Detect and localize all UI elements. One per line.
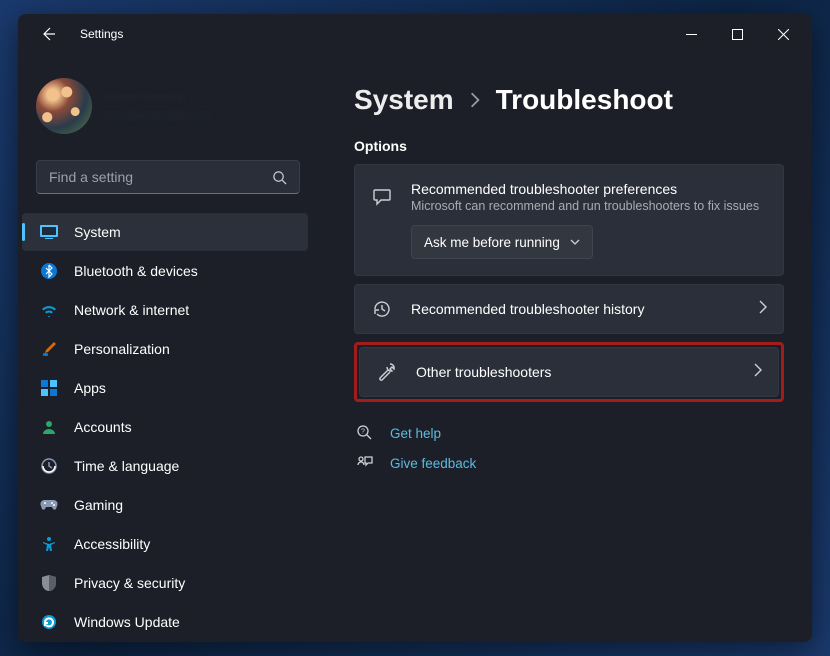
troubleshooter-history-card[interactable]: Recommended troubleshooter history [354,284,784,334]
give-feedback-link[interactable]: Give feedback [354,454,784,472]
system-icon [40,223,58,241]
chat-icon [371,187,393,207]
sidebar-item-accessibility[interactable]: Accessibility [22,525,308,563]
nav-list: System Bluetooth & devices Network & int… [18,208,318,632]
chevron-down-icon [570,238,580,246]
help-links: ? Get help Give feedback [354,424,784,472]
sidebar-item-label: Privacy & security [74,575,185,591]
sidebar-item-bluetooth[interactable]: Bluetooth & devices [22,252,308,290]
sidebar-item-network[interactable]: Network & internet [22,291,308,329]
minimize-button[interactable] [668,18,714,50]
titlebar: Settings [18,14,812,54]
arrow-left-icon [40,26,56,42]
dropdown-value: Ask me before running [424,235,560,250]
highlight-box: Other troubleshooters [354,342,784,402]
accessibility-icon [40,535,58,553]
help-icon: ? [354,424,376,442]
person-icon [40,418,58,436]
apps-icon [40,379,58,397]
sidebar-item-label: Gaming [74,497,123,513]
close-button[interactable] [760,18,806,50]
sidebar-item-label: Accounts [74,419,132,435]
sidebar-item-personalization[interactable]: Personalization [22,330,308,368]
avatar [36,78,92,134]
prefs-subtitle: Microsoft can recommend and run troubles… [411,199,767,213]
wifi-icon [40,301,58,319]
update-icon [40,613,58,631]
sidebar-item-apps[interactable]: Apps [22,369,308,407]
sidebar-item-windows-update[interactable]: Windows Update [22,603,308,632]
minimize-icon [686,29,697,40]
feedback-icon [354,454,376,472]
maximize-button[interactable] [714,18,760,50]
get-help-text: Get help [390,426,441,441]
sidebar-item-privacy-security[interactable]: Privacy & security [22,564,308,602]
settings-window: Settings Mauro Huculak user@example.com [18,14,812,642]
profile-name: Mauro Huculak [104,88,300,106]
prefs-title: Recommended troubleshooter preferences [411,181,767,197]
sidebar-item-label: Time & language [74,458,179,474]
svg-text:?: ? [361,429,365,436]
back-button[interactable] [32,18,64,50]
gamepad-icon [40,496,58,514]
history-label: Recommended troubleshooter history [411,301,741,317]
bluetooth-icon [40,262,58,280]
page-title: Troubleshoot [496,84,673,116]
chevron-right-icon [468,91,482,109]
troubleshooter-preferences-card: Recommended troubleshooter preferences M… [354,164,784,276]
sidebar: Mauro Huculak user@example.com System [18,54,318,642]
chevron-right-icon [759,300,767,314]
wrench-icon [376,362,398,382]
sidebar-item-system[interactable]: System [22,213,308,251]
section-title: Options [354,138,784,154]
sidebar-item-time-language[interactable]: Time & language [22,447,308,485]
get-help-link[interactable]: ? Get help [354,424,784,442]
sidebar-item-label: Bluetooth & devices [74,263,198,279]
brush-icon [40,340,58,358]
sidebar-item-label: Personalization [74,341,170,357]
profile-block[interactable]: Mauro Huculak user@example.com [18,64,318,152]
shield-icon [40,574,58,592]
give-feedback-text: Give feedback [390,456,476,471]
maximize-icon [732,29,743,40]
profile-email: user@example.com [104,106,300,124]
window-title: Settings [80,27,123,41]
close-icon [778,29,789,40]
search-icon [272,170,287,185]
breadcrumb-parent[interactable]: System [354,84,454,116]
clock-icon [40,457,58,475]
prefs-dropdown[interactable]: Ask me before running [411,225,593,259]
chevron-right-icon [754,363,762,377]
sidebar-item-label: Windows Update [74,614,180,630]
main-content: System Troubleshoot Options Recommended … [318,54,812,642]
search-box[interactable] [36,160,300,194]
search-input[interactable] [49,169,272,185]
sidebar-item-label: System [74,224,121,240]
sidebar-item-label: Accessibility [74,536,150,552]
other-label: Other troubleshooters [416,364,736,380]
sidebar-item-gaming[interactable]: Gaming [22,486,308,524]
breadcrumb: System Troubleshoot [354,84,784,116]
sidebar-item-label: Apps [74,380,106,396]
sidebar-item-accounts[interactable]: Accounts [22,408,308,446]
other-troubleshooters-card[interactable]: Other troubleshooters [359,347,779,397]
history-icon [371,299,393,319]
sidebar-item-label: Network & internet [74,302,189,318]
